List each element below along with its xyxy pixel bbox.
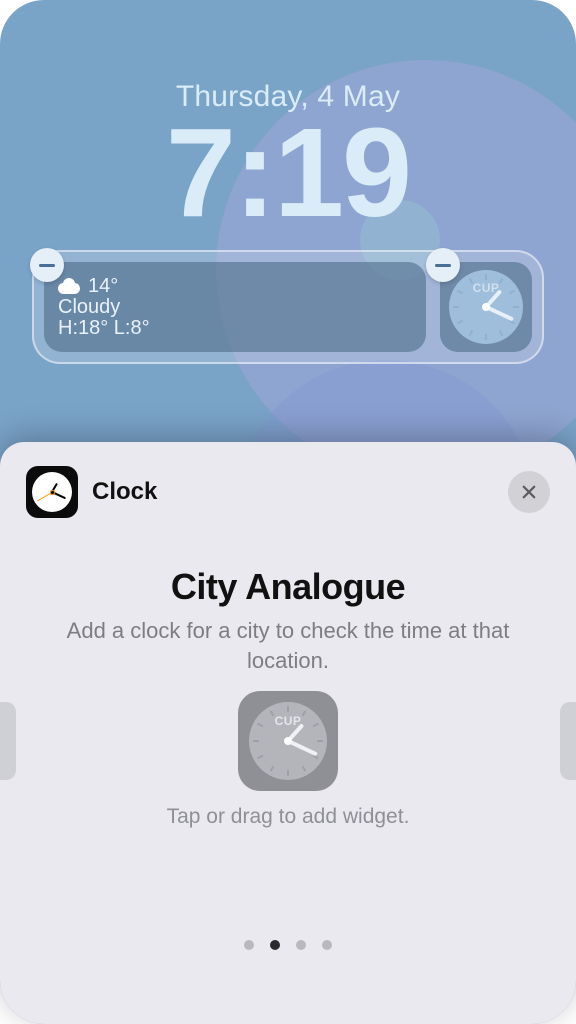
carousel-prev-button[interactable] xyxy=(0,702,16,780)
close-button[interactable] xyxy=(508,471,550,513)
cloud-icon xyxy=(58,278,80,294)
weather-temp: 14° xyxy=(88,275,118,298)
widget-description: Add a clock for a city to check the time… xyxy=(26,616,550,675)
weather-condition: Cloudy xyxy=(58,296,412,319)
lockscreen-time[interactable]: 7:19 xyxy=(166,110,410,236)
widget-row[interactable]: 14° Cloudy H:18° L:8° CUP xyxy=(32,250,544,364)
preview-city-code: CUP xyxy=(249,714,327,728)
sheet-header: Clock xyxy=(26,466,550,518)
widget-preview[interactable]: CUP xyxy=(238,691,338,791)
page-dot[interactable] xyxy=(270,940,280,950)
weather-high-low: H:18° L:8° xyxy=(58,317,412,340)
clock-widget[interactable]: CUP xyxy=(440,262,532,352)
carousel-next-button[interactable] xyxy=(560,702,576,780)
add-widget-hint: Tap or drag to add widget. xyxy=(26,805,550,829)
widget-picker-sheet: Clock City Analogue Add a clock for a ci… xyxy=(0,442,576,1024)
page-dot[interactable] xyxy=(322,940,332,950)
analog-clock-icon: CUP xyxy=(249,702,327,780)
close-icon xyxy=(520,483,538,501)
remove-widget-button[interactable] xyxy=(30,248,64,282)
page-indicator[interactable] xyxy=(0,940,576,950)
page-dot[interactable] xyxy=(244,940,254,950)
weather-widget[interactable]: 14° Cloudy H:18° L:8° xyxy=(44,262,426,352)
widget-title: City Analogue xyxy=(26,566,550,608)
clock-app-icon xyxy=(26,466,78,518)
sheet-app-name: Clock xyxy=(92,478,157,506)
analog-clock-icon: CUP xyxy=(449,270,523,344)
page-dot[interactable] xyxy=(296,940,306,950)
clock-city-code: CUP xyxy=(449,281,523,295)
